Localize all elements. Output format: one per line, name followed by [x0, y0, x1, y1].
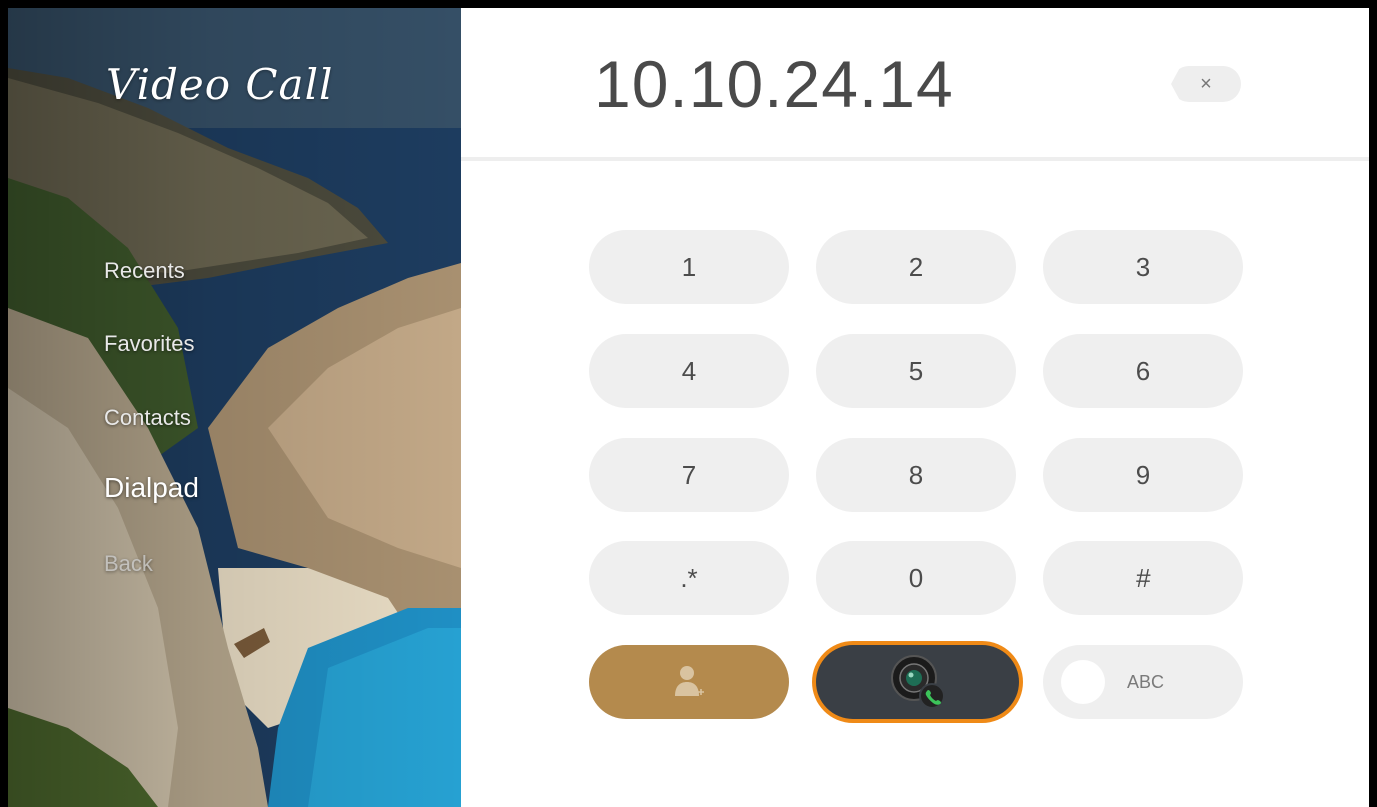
abc-toggle[interactable]: ABC — [1043, 645, 1243, 719]
header-divider — [461, 157, 1369, 161]
sidebar-shade — [8, 8, 461, 807]
add-contact-button[interactable] — [589, 645, 789, 719]
abc-label: ABC — [1127, 671, 1165, 692]
key-0[interactable]: 0 — [816, 541, 1016, 615]
key-6[interactable]: 6 — [1043, 334, 1243, 408]
nav-recents[interactable]: Recents — [104, 258, 185, 284]
nav-favorites[interactable]: Favorites — [104, 331, 194, 357]
video-camera-phone-icon — [890, 655, 945, 709]
close-icon: × — [1200, 72, 1212, 95]
nav-dialpad[interactable]: Dialpad — [104, 472, 199, 504]
key-7[interactable]: 7 — [589, 438, 789, 512]
video-call-button[interactable] — [816, 645, 1019, 719]
dialed-number: 10.10.24.14 — [594, 47, 954, 121]
key-3[interactable]: 3 — [1043, 230, 1243, 304]
key-1[interactable]: 1 — [589, 230, 789, 304]
key-star[interactable]: .* — [589, 541, 789, 615]
toggle-knob — [1061, 660, 1105, 704]
key-5[interactable]: 5 — [816, 334, 1016, 408]
person-plus-icon — [675, 666, 704, 696]
key-2[interactable]: 2 — [816, 230, 1016, 304]
clear-button[interactable]: × — [1171, 66, 1241, 102]
key-4[interactable]: 4 — [589, 334, 789, 408]
sidebar: Video Call Recents Favorites Contacts Di… — [8, 8, 461, 807]
nav-back[interactable]: Back — [104, 551, 153, 577]
key-hash[interactable]: # — [1043, 541, 1243, 615]
app-title: Video Call — [106, 60, 334, 109]
dialer-panel: 10.10.24.14 × 1 2 3 4 5 6 7 8 9 .* 0 # A… — [461, 8, 1369, 807]
key-9[interactable]: 9 — [1043, 438, 1243, 512]
app-frame: Video Call Recents Favorites Contacts Di… — [8, 8, 1369, 807]
key-8[interactable]: 8 — [816, 438, 1016, 512]
nav-contacts[interactable]: Contacts — [104, 405, 191, 431]
